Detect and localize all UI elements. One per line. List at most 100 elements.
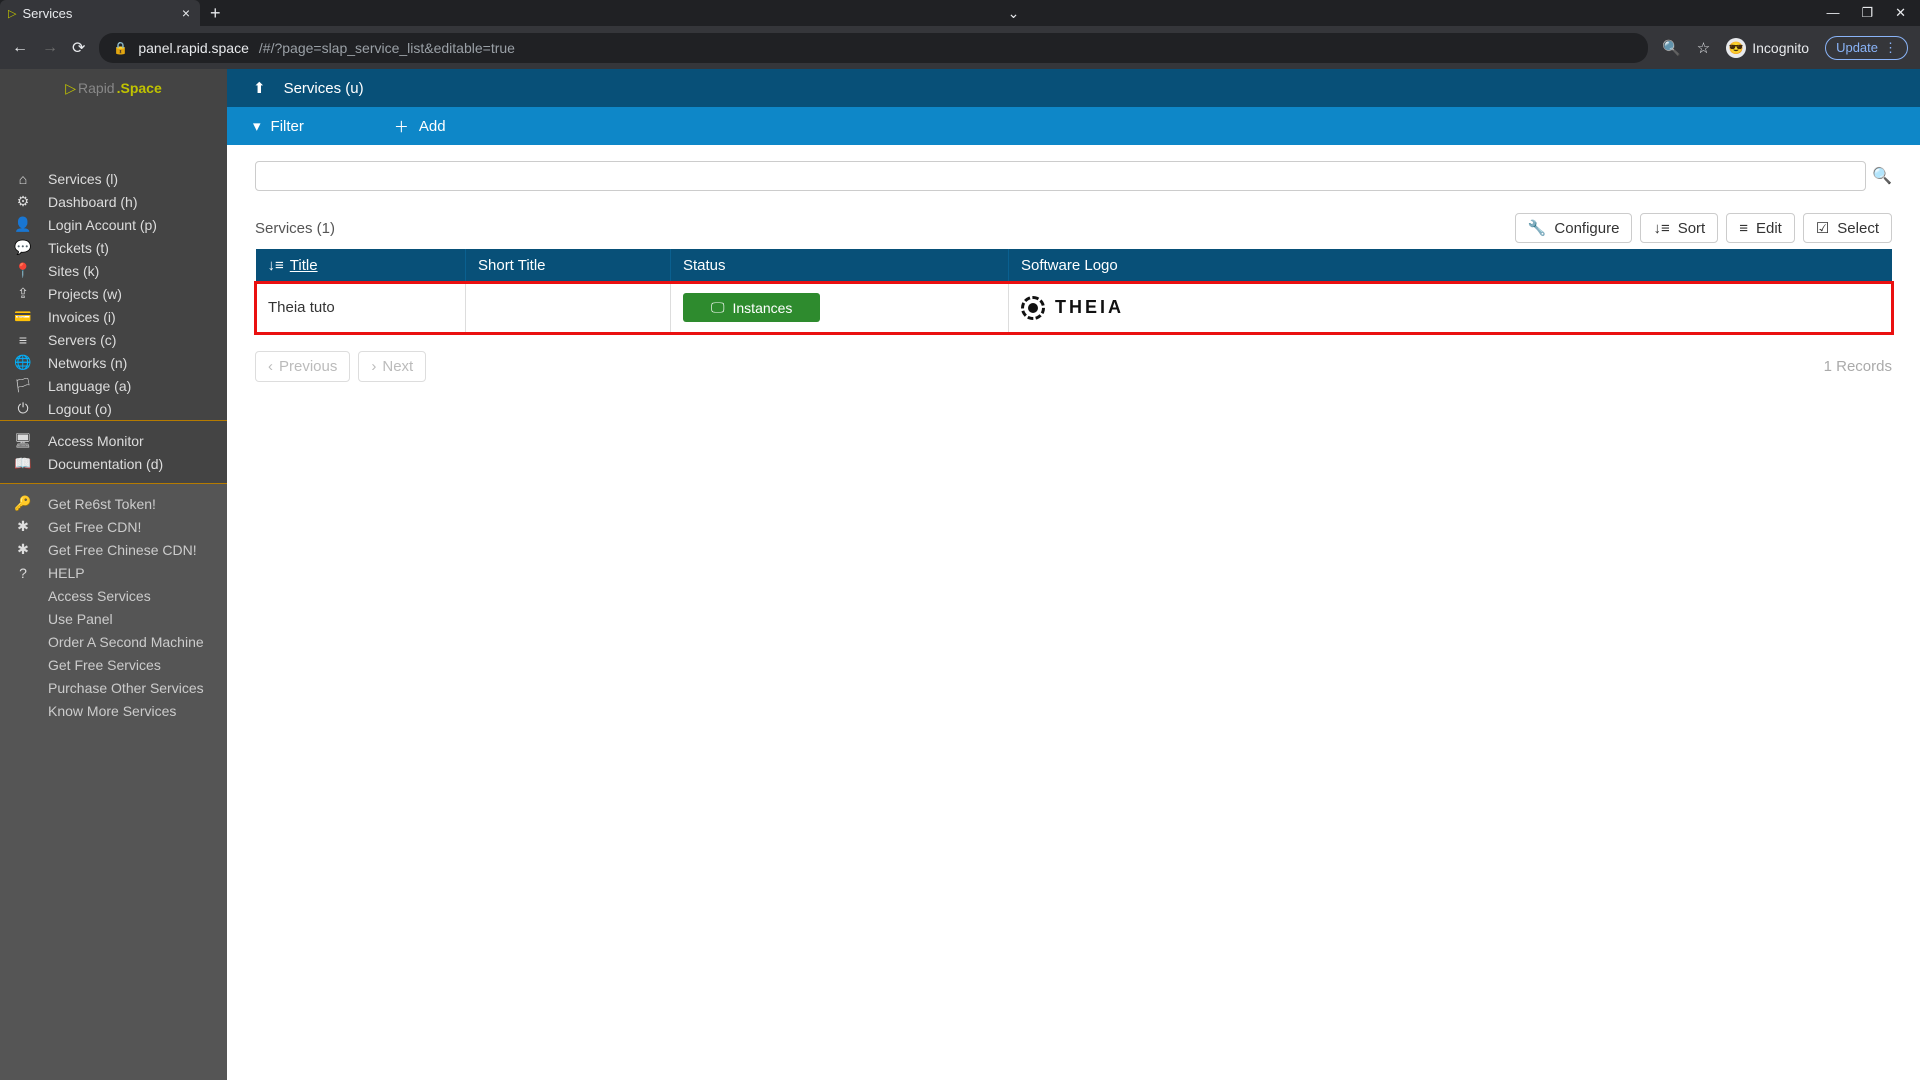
sidebar-item-access-services[interactable]: Access Services (0, 584, 227, 607)
zoom-icon[interactable]: 🔍 (1662, 39, 1681, 57)
bookmark-icon[interactable]: ☆ (1697, 39, 1710, 57)
sidebar-item-invoices[interactable]: 💳Invoices (i) (0, 305, 227, 328)
filter-button[interactable]: ▾ Filter (253, 117, 304, 135)
sidebar-item-login[interactable]: 👤Login Account (p) (0, 213, 227, 236)
sidebar-item-tickets[interactable]: 💬Tickets (t) (0, 236, 227, 259)
filter-icon: ▾ (253, 117, 261, 135)
sort-button[interactable]: ↓≡Sort (1640, 213, 1718, 243)
page-header: ⬆ Services (u) (227, 69, 1920, 107)
help-icon: ? (14, 565, 32, 581)
sidebar-item-purchase-services[interactable]: Purchase Other Services (0, 676, 227, 699)
main-content: ⬆ Services (u) ▾ Filter ＋ Add 🔍 Services… (227, 69, 1920, 1080)
prev-page-button[interactable]: ‹Previous (255, 351, 350, 382)
sidebar-help-list: 🔑Get Re6st Token! ✱Get Free CDN! ✱Get Fr… (0, 484, 227, 1080)
incognito-indicator[interactable]: 😎 Incognito (1726, 38, 1809, 58)
sidebar-item-help[interactable]: ?HELP (0, 561, 227, 584)
sidebar-item-documentation[interactable]: 📖Documentation (d) (0, 452, 227, 475)
window-controls: — ❐ ✕ (1826, 5, 1920, 21)
share-icon: ⇪ (14, 285, 32, 302)
star-icon: ✱ (14, 541, 32, 558)
tab-close-icon[interactable]: × (182, 5, 190, 21)
sidebar-item-label: Projects (w) (48, 286, 122, 302)
sidebar-item-re6st[interactable]: 🔑 Get Re6st Token! (0, 492, 227, 515)
sidebar-secondary-list: 🖥Access Monitor 📖Documentation (d) (0, 421, 227, 483)
action-bar: ▾ Filter ＋ Add (227, 107, 1920, 145)
sidebar-item-label: Access Services (48, 588, 151, 604)
sidebar-item-label: Services (l) (48, 171, 118, 187)
sidebar-item-label: Order A Second Machine (48, 634, 204, 650)
services-table: ↓≡Title Short Title Status Software Logo… (255, 249, 1892, 333)
key-icon: 🔑 (14, 495, 32, 512)
sidebar-item-free-cdn[interactable]: ✱Get Free CDN! (0, 515, 227, 538)
url-input[interactable]: 🔒 panel.rapid.space/#/?page=slap_service… (99, 33, 1648, 63)
sidebar-item-order-machine[interactable]: Order A Second Machine (0, 630, 227, 653)
search-input[interactable] (255, 161, 1866, 191)
table-row[interactable]: Theia tuto 🖵 Instances THEIA (256, 283, 1892, 333)
minimize-button[interactable]: — (1826, 5, 1839, 21)
sidebar-item-get-free-services[interactable]: Get Free Services (0, 653, 227, 676)
sidebar-item-label: Logout (o) (48, 401, 112, 417)
search-submit-icon[interactable]: 🔍 (1872, 166, 1892, 186)
sidebar-item-projects[interactable]: ⇪ Projects (w) (0, 282, 227, 305)
select-button[interactable]: ☑Select (1803, 213, 1892, 243)
url-host: panel.rapid.space (138, 40, 249, 56)
sidebar-item-label: Servers (c) (48, 332, 116, 348)
instances-label: Instances (733, 300, 793, 316)
tab-title: Services (22, 6, 175, 21)
close-window-button[interactable]: ✕ (1895, 5, 1906, 21)
configure-button[interactable]: 🔧Configure (1515, 213, 1633, 243)
sidebar-item-free-chinese-cdn[interactable]: ✱Get Free Chinese CDN! (0, 538, 227, 561)
edit-button[interactable]: ≡Edit (1726, 213, 1795, 243)
lock-icon: 🔒 (113, 41, 128, 55)
instances-button[interactable]: 🖵 Instances (683, 293, 820, 322)
theia-logo: THEIA (1021, 296, 1879, 320)
sidebar-item-logout[interactable]: ⏻Logout (o) (0, 397, 227, 420)
back-button[interactable]: ← (12, 39, 28, 57)
tabs-overflow-icon[interactable]: ⌄ (1008, 5, 1020, 22)
page-title: Services (u) (284, 80, 364, 97)
theia-gear-icon (1021, 296, 1045, 320)
col-status-header[interactable]: Status (671, 249, 1009, 283)
sidebar-item-networks[interactable]: 🌐 Networks (n) (0, 351, 227, 374)
sidebar-item-sites[interactable]: 📍Sites (k) (0, 259, 227, 282)
chevron-left-icon: ‹ (268, 358, 273, 375)
new-tab-button[interactable]: + (210, 3, 221, 24)
theia-logo-text: THEIA (1055, 297, 1124, 318)
sidebar-item-know-more[interactable]: Know More Services (0, 699, 227, 722)
sidebar-item-label: Invoices (i) (48, 309, 116, 325)
sidebar-item-servers[interactable]: ≡Servers (c) (0, 328, 227, 351)
sidebar-item-services[interactable]: ⌂Services (l) (0, 167, 227, 190)
browser-tab-bar: ▷ Services × + ⌄ — ❐ ✕ (0, 0, 1920, 26)
sidebar-item-label: Language (a) (48, 378, 131, 394)
col-title-header[interactable]: ↓≡Title (256, 249, 466, 283)
restore-button[interactable]: ❐ (1861, 5, 1873, 21)
cell-title: Theia tuto (256, 283, 466, 333)
sidebar-item-language[interactable]: 🏳Language (a) (0, 374, 227, 397)
globe-icon: 🌐 (14, 354, 32, 371)
sidebar-item-use-panel[interactable]: Use Panel (0, 607, 227, 630)
cell-logo: THEIA (1009, 283, 1892, 333)
brand-logo[interactable]: ▷ Rapid.Space (0, 69, 227, 107)
dashboard-icon: ⚙ (14, 193, 32, 210)
col-logo-header[interactable]: Software Logo (1009, 249, 1892, 283)
search-row: 🔍 (255, 161, 1892, 191)
sidebar-item-label: Purchase Other Services (48, 680, 204, 696)
col-short-title-header[interactable]: Short Title (466, 249, 671, 283)
favicon-icon: ▷ (8, 7, 16, 20)
sidebar-item-dashboard[interactable]: ⚙ Dashboard (h) (0, 190, 227, 213)
sidebar-item-access-monitor[interactable]: 🖥Access Monitor (0, 429, 227, 452)
sidebar-item-label: Get Re6st Token! (48, 496, 156, 512)
sidebar-item-label: Documentation (d) (48, 456, 163, 472)
browser-tab[interactable]: ▷ Services × (0, 0, 200, 26)
forward-button[interactable]: → (42, 39, 58, 57)
sidebar-item-label: Dashboard (h) (48, 194, 138, 210)
up-arrow-icon[interactable]: ⬆ (253, 79, 266, 97)
update-button[interactable]: Update ⋮ (1825, 36, 1908, 60)
brand-rapid: Rapid (78, 80, 115, 96)
sidebar-item-label: Networks (n) (48, 355, 127, 371)
next-page-button[interactable]: ›Next (358, 351, 426, 382)
add-button[interactable]: ＋ Add (394, 116, 446, 137)
col-title-link[interactable]: Title (290, 257, 318, 274)
reload-button[interactable]: ⟳ (72, 38, 85, 58)
list-count-label: Services (1) (255, 220, 335, 237)
